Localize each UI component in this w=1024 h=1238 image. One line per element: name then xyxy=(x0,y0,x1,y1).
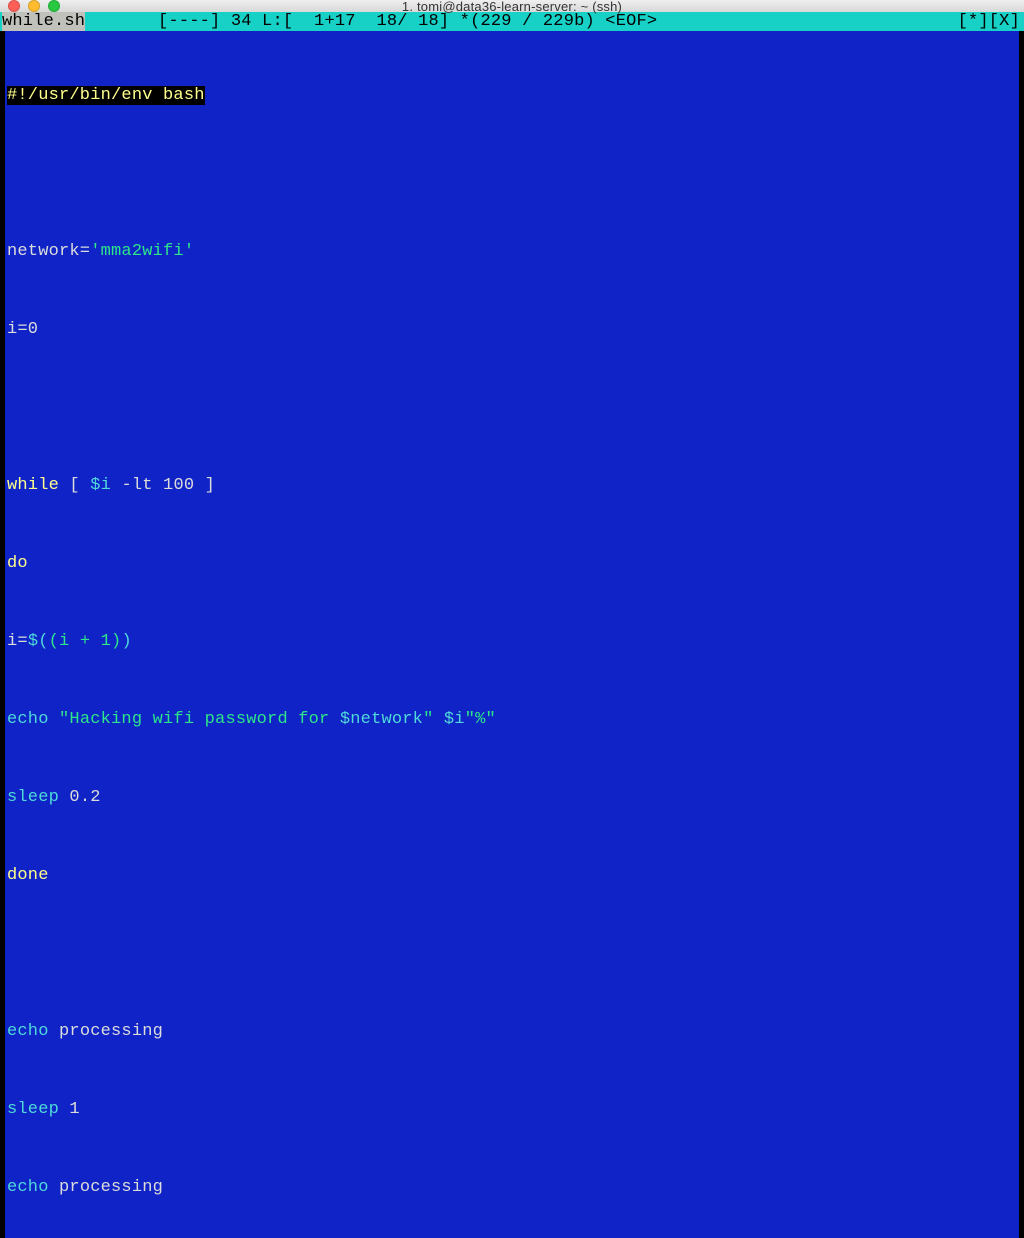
status-filename: while.sh xyxy=(2,12,85,31)
status-info: [----] 34 L:[ 1+17 18/ 18] *(229 / 229b)… xyxy=(85,12,657,31)
code-line xyxy=(7,941,1017,967)
code-line: #!/usr/bin/env bash xyxy=(7,83,1017,109)
traffic-lights xyxy=(8,0,60,12)
close-icon[interactable] xyxy=(8,0,20,12)
code-line: i=$((i + 1)) xyxy=(7,629,1017,655)
status-flags: [*][X] xyxy=(958,12,1020,31)
code-line: echo processing xyxy=(7,1175,1017,1201)
editor-statusbar: while.sh [----] 34 L:[ 1+17 18/ 18] *(22… xyxy=(0,12,1024,31)
code-line xyxy=(7,161,1017,187)
code-line: do xyxy=(7,551,1017,577)
code-line: network='mma2wifi' xyxy=(7,239,1017,265)
code-line: sleep 0.2 xyxy=(7,785,1017,811)
minimize-icon[interactable] xyxy=(28,0,40,12)
code-line: echo processing xyxy=(7,1019,1017,1045)
code-line xyxy=(7,395,1017,421)
code-line: sleep 1 xyxy=(7,1097,1017,1123)
code-editor[interactable]: #!/usr/bin/env bash network='mma2wifi' i… xyxy=(0,31,1024,1238)
code-line: done xyxy=(7,863,1017,889)
terminal-window: 1. tomi@data36-learn-server: ~ (ssh) whi… xyxy=(0,0,1024,619)
code-line: i=0 xyxy=(7,317,1017,343)
code-line: echo "Hacking wifi password for $network… xyxy=(7,707,1017,733)
maximize-icon[interactable] xyxy=(48,0,60,12)
window-title: 1. tomi@data36-learn-server: ~ (ssh) xyxy=(0,0,1024,14)
shebang: #!/usr/bin/env bash xyxy=(7,86,205,105)
code-line: while [ $i -lt 100 ] xyxy=(7,473,1017,499)
titlebar: 1. tomi@data36-learn-server: ~ (ssh) xyxy=(0,0,1024,12)
